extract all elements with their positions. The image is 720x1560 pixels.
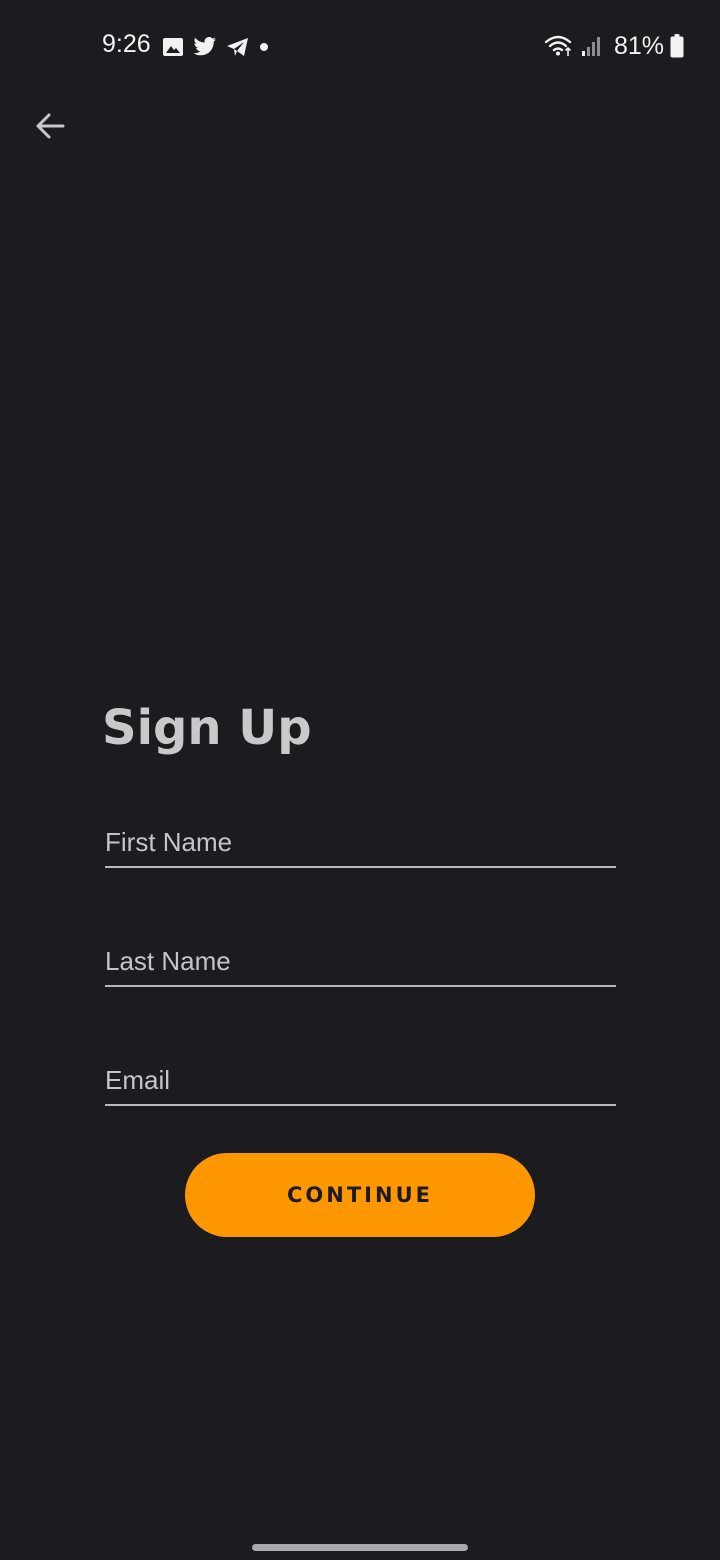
notification-icons xyxy=(162,34,269,60)
notification-dot-icon xyxy=(260,43,268,51)
last-name-field[interactable] xyxy=(105,927,616,987)
system-icons: 81% xyxy=(544,31,684,61)
home-indicator[interactable] xyxy=(252,1544,468,1551)
signal-icon xyxy=(581,37,600,56)
back-button[interactable] xyxy=(28,104,72,148)
page-title: Sign Up xyxy=(102,700,312,756)
continue-button-label: CONTINUE xyxy=(287,1183,433,1207)
first-name-input[interactable] xyxy=(105,827,616,858)
email-field[interactable] xyxy=(105,1046,616,1106)
twitter-icon xyxy=(193,37,216,56)
first-name-field[interactable] xyxy=(105,808,616,868)
telegram-icon xyxy=(227,38,248,56)
arrow-left-icon xyxy=(36,113,65,139)
battery-icon xyxy=(670,34,684,58)
status-time: 9:26 xyxy=(102,30,151,58)
gallery-icon xyxy=(163,38,183,56)
last-name-input[interactable] xyxy=(105,946,616,977)
email-input[interactable] xyxy=(105,1065,616,1096)
status-bar: 9:26 81% xyxy=(0,0,720,92)
continue-button[interactable]: CONTINUE xyxy=(185,1153,535,1237)
wifi-icon xyxy=(544,35,572,56)
battery-percent: 81% xyxy=(613,31,664,60)
